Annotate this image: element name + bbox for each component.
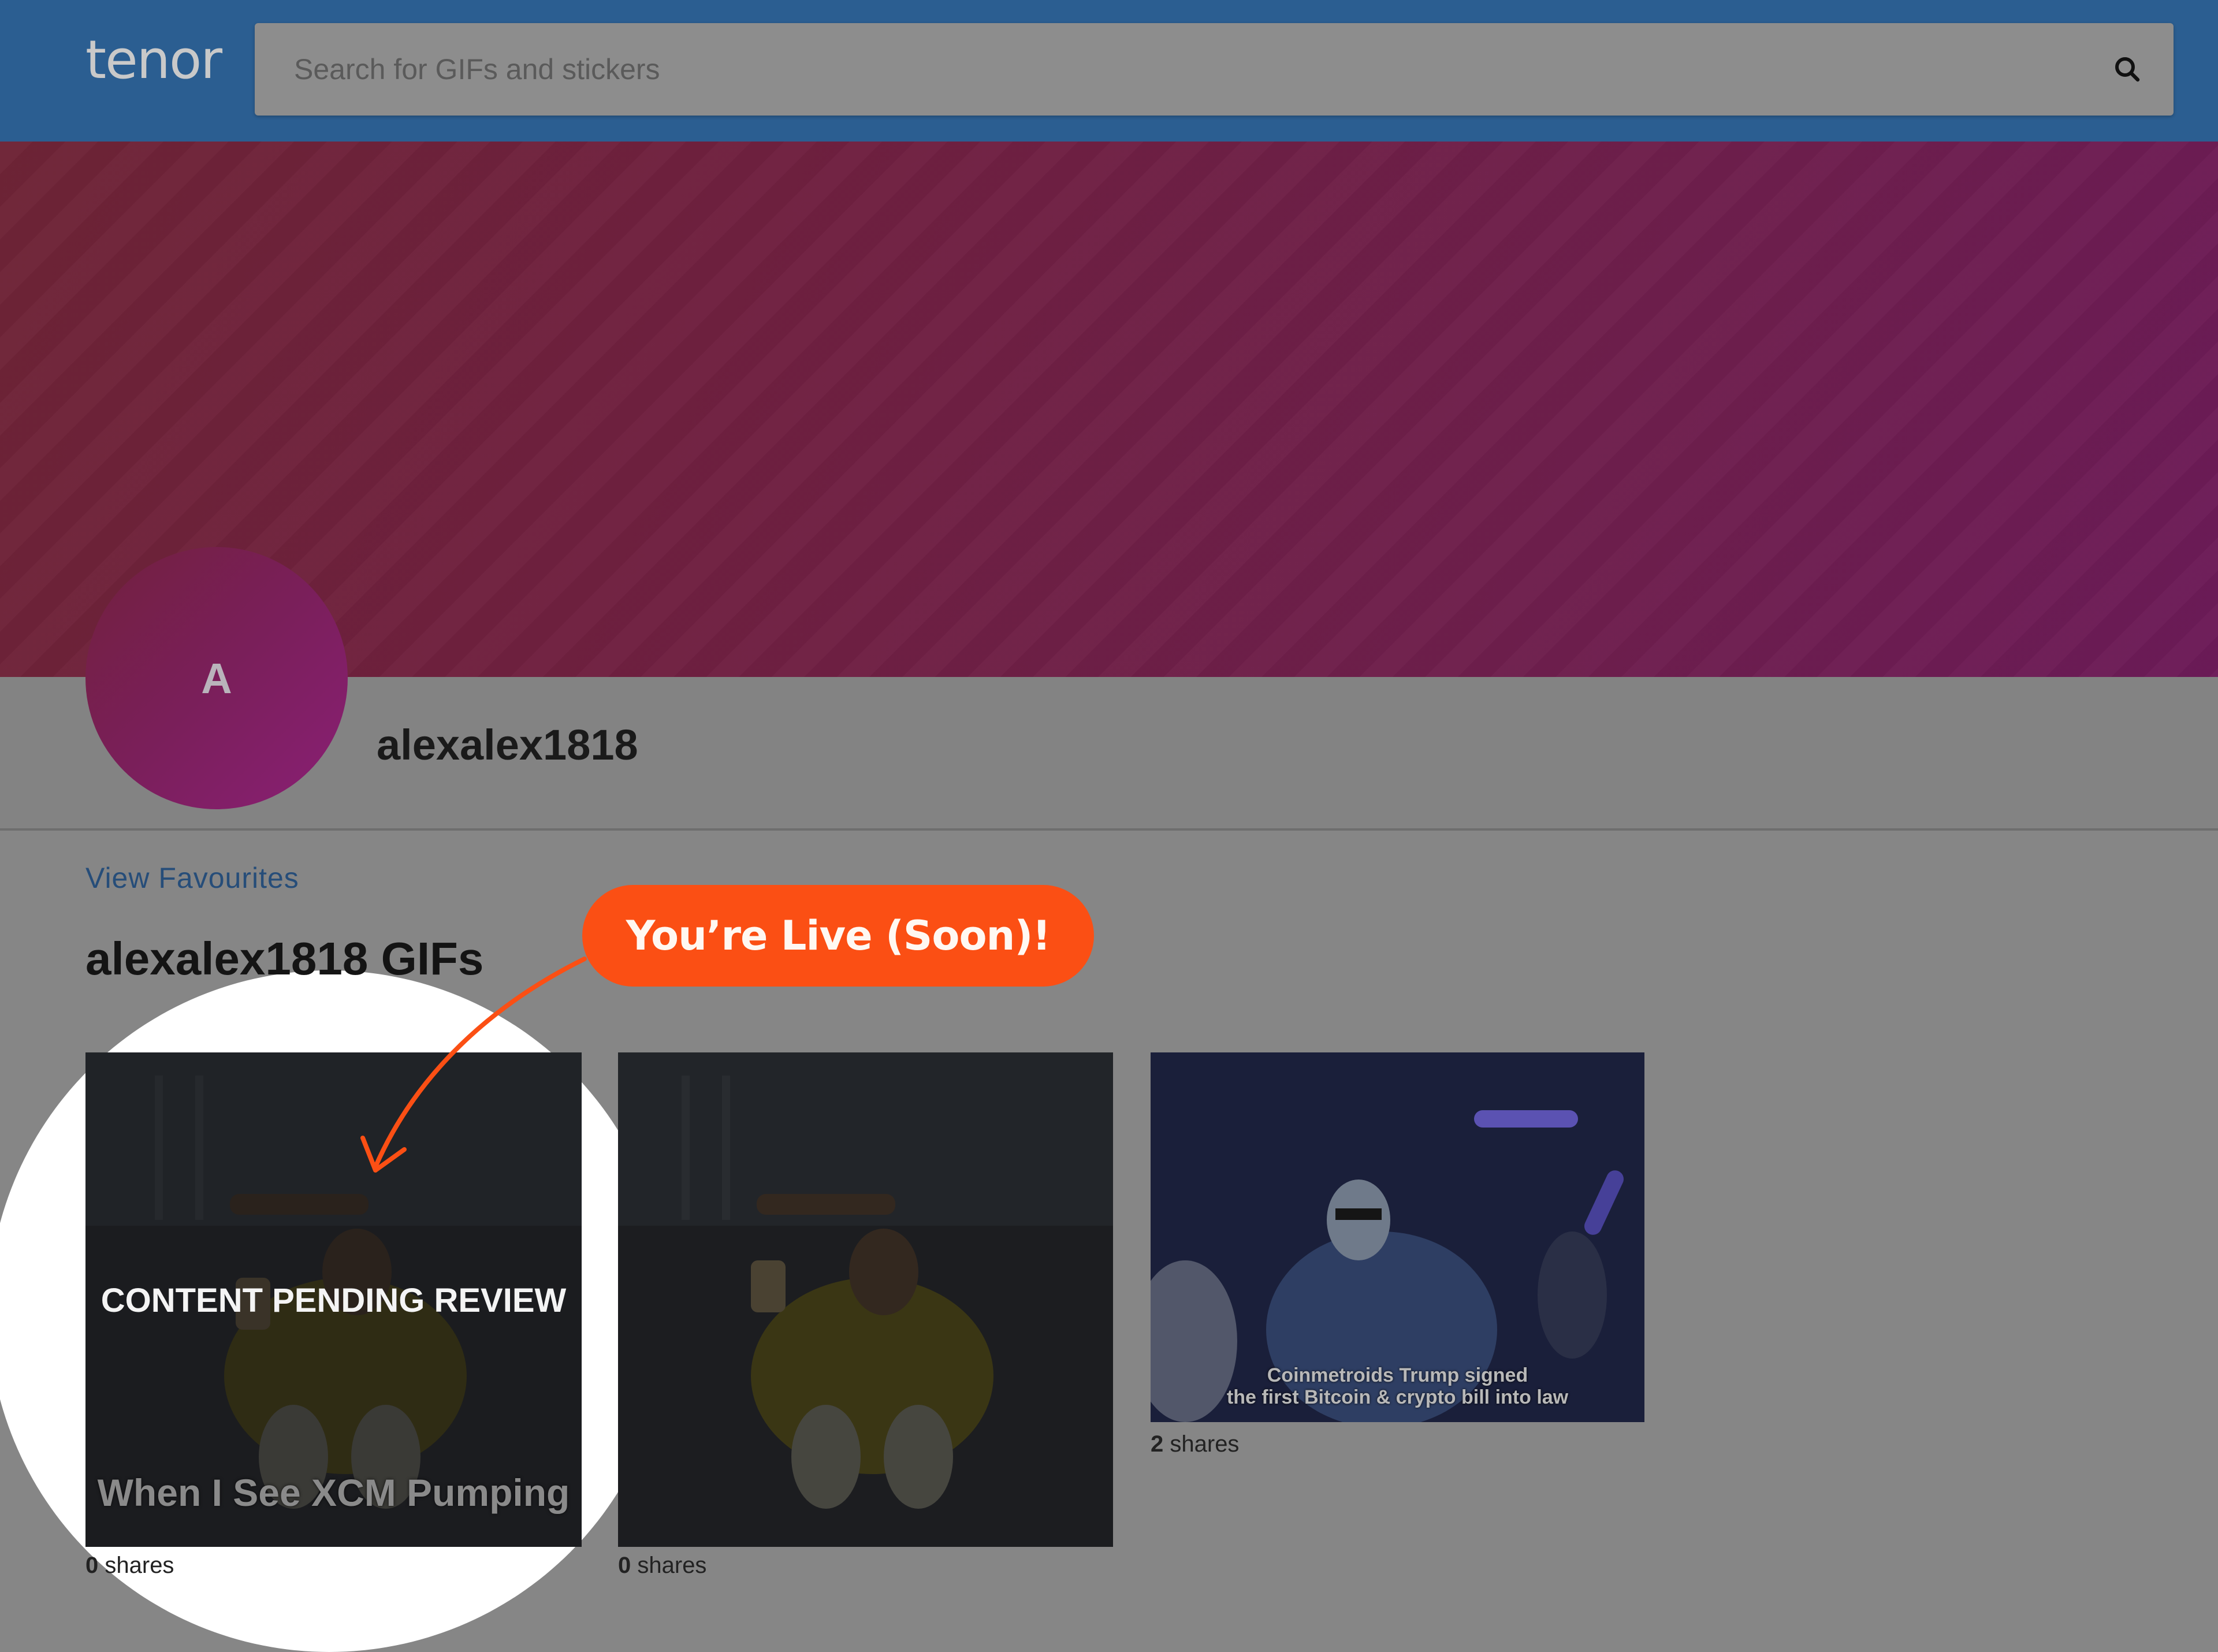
gif-caption: When I See XCM Pumping — [97, 1471, 570, 1514]
gif-caption: Coinmetroids Trump signed the first Bitc… — [1151, 1364, 1644, 1408]
gif-caption-line: Coinmetroids Trump signed — [1267, 1364, 1528, 1387]
share-count-label: shares — [637, 1553, 707, 1578]
share-count-number: 0 — [85, 1553, 99, 1578]
gif-tile[interactable] — [618, 1052, 1113, 1547]
search-button[interactable] — [2104, 46, 2150, 92]
profile-username: alexalex1818 — [377, 721, 638, 769]
avatar-initial: A — [201, 654, 232, 702]
gif-tile-pending[interactable]: CONTENT PENDING REVIEW When I See XCM Pu… — [85, 1052, 582, 1547]
tenor-logo[interactable]: tenor — [85, 34, 222, 87]
search-input[interactable] — [255, 23, 2074, 116]
avatar: A — [85, 547, 348, 809]
live-soon-callout: You’re Live (Soon)! — [582, 885, 1094, 987]
search-icon — [2115, 57, 2140, 82]
share-count: 0 shares — [85, 1554, 174, 1577]
profile-banner — [0, 142, 2218, 677]
gif-thumbnail — [618, 1052, 1113, 1547]
view-favourites-link[interactable]: View Favourites — [85, 864, 299, 892]
section-title: alexalex1818 GIFs — [85, 933, 484, 984]
top-header: tenor — [0, 0, 2218, 142]
share-count-label: shares — [105, 1553, 174, 1578]
share-count: 0 shares — [618, 1554, 706, 1577]
gif-caption-line: the first Bitcoin & crypto bill into law — [1226, 1386, 1569, 1408]
search-bar — [255, 23, 2174, 116]
callout-text: You’re Live (Soon)! — [626, 912, 1051, 959]
share-count-label: shares — [1170, 1431, 1240, 1457]
share-count-number: 2 — [1151, 1431, 1164, 1457]
gif-tile[interactable]: Coinmetroids Trump signed the first Bitc… — [1151, 1052, 1644, 1422]
share-count: 2 shares — [1151, 1433, 1239, 1456]
pending-review-label: CONTENT PENDING REVIEW — [101, 1282, 567, 1319]
share-count-number: 0 — [618, 1553, 631, 1578]
